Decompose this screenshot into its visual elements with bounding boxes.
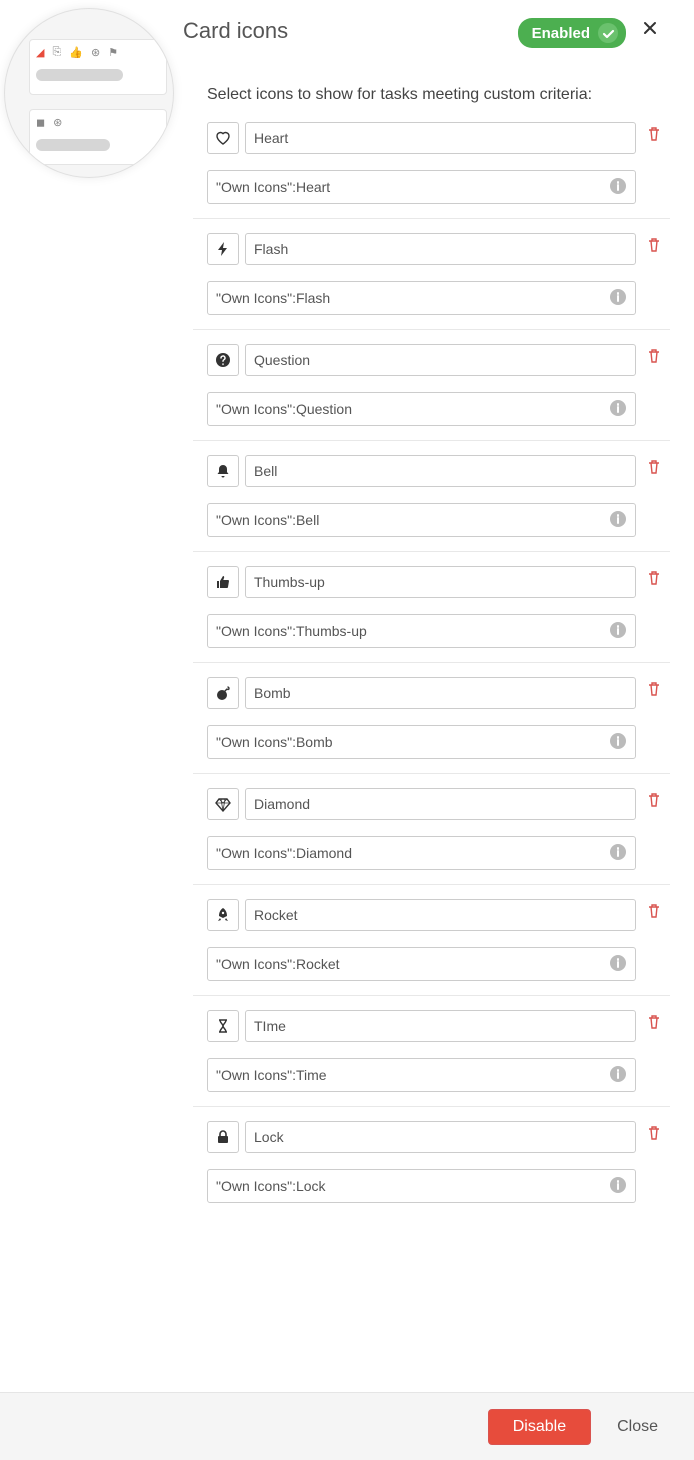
icon-picker[interactable] bbox=[207, 122, 239, 154]
preview-image: ◢⎘👍⊛⚑ ◼⊛ bbox=[4, 8, 174, 178]
icon-picker[interactable] bbox=[207, 788, 239, 820]
rocket-icon bbox=[215, 907, 231, 923]
rule-name-input[interactable] bbox=[245, 122, 636, 154]
footer: Disable Close bbox=[0, 1392, 694, 1460]
info-icon[interactable] bbox=[610, 1066, 628, 1084]
intro-text: Select icons to show for tasks meeting c… bbox=[207, 86, 656, 104]
close-icon[interactable] bbox=[642, 20, 666, 44]
rule-name-input[interactable] bbox=[245, 1010, 636, 1042]
info-icon[interactable] bbox=[610, 955, 628, 973]
info-icon[interactable] bbox=[610, 844, 628, 862]
icon-picker[interactable] bbox=[207, 677, 239, 709]
delete-icon[interactable] bbox=[646, 903, 670, 927]
rule-criteria-input[interactable] bbox=[207, 725, 636, 759]
icon-picker[interactable] bbox=[207, 899, 239, 931]
thumbs-up-icon bbox=[215, 574, 231, 590]
info-icon[interactable] bbox=[610, 622, 628, 640]
page-title: Card icons bbox=[183, 18, 288, 44]
delete-icon[interactable] bbox=[646, 1125, 670, 1149]
status-badge: Enabled bbox=[518, 18, 626, 48]
flash-icon bbox=[215, 241, 231, 257]
info-icon[interactable] bbox=[610, 1177, 628, 1195]
rule-name-input[interactable] bbox=[245, 344, 636, 376]
lock-icon bbox=[215, 1129, 231, 1145]
rule-criteria-input[interactable] bbox=[207, 836, 636, 870]
rule-name-input[interactable] bbox=[245, 788, 636, 820]
icon-picker[interactable] bbox=[207, 233, 239, 265]
status-label: Enabled bbox=[532, 25, 590, 42]
rule-criteria-input[interactable] bbox=[207, 1169, 636, 1203]
rule-name-input[interactable] bbox=[245, 566, 636, 598]
rule-criteria-input[interactable] bbox=[207, 392, 636, 426]
bomb-icon bbox=[215, 685, 231, 701]
rule-name-input[interactable] bbox=[245, 1121, 636, 1153]
info-icon[interactable] bbox=[610, 289, 628, 307]
info-icon[interactable] bbox=[610, 178, 628, 196]
delete-icon[interactable] bbox=[646, 126, 670, 150]
close-button[interactable]: Close bbox=[611, 1417, 664, 1437]
rule-criteria-input[interactable] bbox=[207, 281, 636, 315]
disable-button[interactable]: Disable bbox=[488, 1409, 591, 1445]
delete-icon[interactable] bbox=[646, 459, 670, 483]
rule-criteria-input[interactable] bbox=[207, 614, 636, 648]
delete-icon[interactable] bbox=[646, 792, 670, 816]
rule-criteria-input[interactable] bbox=[207, 1058, 636, 1092]
bell-icon bbox=[215, 463, 231, 479]
delete-icon[interactable] bbox=[646, 570, 670, 594]
icon-picker[interactable] bbox=[207, 455, 239, 487]
delete-icon[interactable] bbox=[646, 237, 670, 261]
icon-picker[interactable] bbox=[207, 344, 239, 376]
rule-name-input[interactable] bbox=[245, 455, 636, 487]
check-icon bbox=[598, 23, 618, 43]
delete-icon[interactable] bbox=[646, 1014, 670, 1038]
delete-icon[interactable] bbox=[646, 681, 670, 705]
delete-icon[interactable] bbox=[646, 348, 670, 372]
rule-criteria-input[interactable] bbox=[207, 503, 636, 537]
heart-icon bbox=[215, 130, 231, 146]
info-icon[interactable] bbox=[610, 511, 628, 529]
icon-picker[interactable] bbox=[207, 1010, 239, 1042]
hourglass-icon bbox=[215, 1018, 231, 1034]
rule-criteria-input[interactable] bbox=[207, 947, 636, 981]
info-icon[interactable] bbox=[610, 733, 628, 751]
rule-criteria-input[interactable] bbox=[207, 170, 636, 204]
rule-name-input[interactable] bbox=[245, 233, 636, 265]
icon-picker[interactable] bbox=[207, 1121, 239, 1153]
rule-name-input[interactable] bbox=[245, 677, 636, 709]
rule-name-input[interactable] bbox=[245, 899, 636, 931]
icon-picker[interactable] bbox=[207, 566, 239, 598]
question-icon bbox=[215, 352, 231, 368]
diamond-icon bbox=[215, 796, 231, 812]
info-icon[interactable] bbox=[610, 400, 628, 418]
